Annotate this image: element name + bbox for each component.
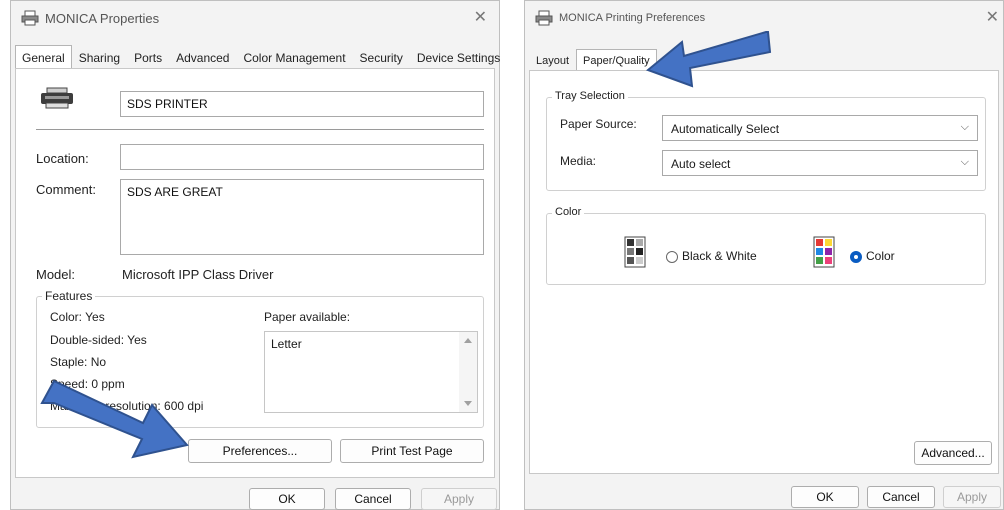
color-option[interactable]: Color <box>850 249 895 263</box>
scroll-up-icon[interactable] <box>464 338 472 343</box>
ok-button[interactable]: OK <box>249 488 325 510</box>
paper-source-value: Automatically Select <box>671 122 780 136</box>
apply-button[interactable]: Apply <box>943 486 1001 508</box>
model-label: Model: <box>36 267 76 282</box>
print-test-page-button[interactable]: Print Test Page <box>340 439 484 463</box>
location-field[interactable] <box>120 144 484 170</box>
divider <box>36 129 484 130</box>
black-white-document-icon <box>624 236 646 268</box>
printer-device-icon <box>41 87 73 109</box>
media-value: Auto select <box>671 157 731 171</box>
title-bar: MONICA Properties ✕ <box>11 1 499 35</box>
apply-button[interactable]: Apply <box>421 488 497 510</box>
media-select[interactable]: Auto select ⌵ <box>662 150 978 176</box>
blue-arrow-annotation <box>646 31 772 88</box>
color-document-icon <box>813 236 835 268</box>
paper-listbox[interactable]: Letter <box>264 331 478 413</box>
feature-color: Color: Yes <box>50 310 105 324</box>
blue-arrow-annotation <box>40 379 189 459</box>
radio-black-white[interactable] <box>666 250 678 263</box>
feature-double-sided: Double-sided: Yes <box>50 333 147 347</box>
media-label: Media: <box>560 154 597 168</box>
tab-color-management[interactable]: Color Management <box>236 45 352 69</box>
radio-color[interactable] <box>850 250 862 263</box>
comment-label: Comment: <box>36 182 96 197</box>
location-label: Location: <box>36 151 89 166</box>
close-icon[interactable]: ✕ <box>986 10 999 26</box>
tab-advanced[interactable]: Advanced <box>169 45 236 69</box>
color-group <box>546 213 986 285</box>
paper-source-select[interactable]: Automatically Select ⌵ <box>662 115 978 141</box>
tab-strip: General Sharing Ports Advanced Color Man… <box>15 45 500 69</box>
tray-selection-label: Tray Selection <box>552 90 628 102</box>
tab-general[interactable]: General <box>15 45 72 69</box>
feature-staple: Staple: No <box>50 355 107 369</box>
chevron-down-icon: ⌵ <box>960 121 969 133</box>
model-value: Microsoft IPP Class Driver <box>122 267 274 282</box>
tab-layout[interactable]: Layout <box>529 49 576 71</box>
features-label: Features <box>42 289 96 303</box>
paper-quality-panel: Tray Selection Paper Source: Automatical… <box>529 70 999 474</box>
black-white-label: Black & White <box>682 249 757 263</box>
tab-device-settings[interactable]: Device Settings <box>410 45 507 69</box>
tab-ports[interactable]: Ports <box>127 45 169 69</box>
paper-source-label: Paper Source: <box>560 117 637 131</box>
paper-available-label: Paper available: <box>264 310 351 324</box>
black-white-option[interactable]: Black & White <box>666 249 757 263</box>
printer-icon <box>21 10 39 26</box>
window-title: MONICA Properties <box>45 10 160 26</box>
tray-selection-group <box>546 97 986 191</box>
tab-sharing[interactable]: Sharing <box>72 45 127 69</box>
printer-icon <box>535 10 553 26</box>
scroll-down-icon[interactable] <box>464 401 472 406</box>
preferences-button[interactable]: Preferences... <box>188 439 332 463</box>
chevron-down-icon: ⌵ <box>960 156 969 168</box>
color-option-label: Color <box>866 249 895 263</box>
tab-security[interactable]: Security <box>353 45 410 69</box>
scrollbar[interactable] <box>459 332 477 412</box>
cancel-button[interactable]: Cancel <box>335 488 411 510</box>
comment-field[interactable]: SDS ARE GREAT <box>120 179 484 255</box>
cancel-button[interactable]: Cancel <box>867 486 935 508</box>
close-icon[interactable]: ✕ <box>474 10 487 26</box>
advanced-button[interactable]: Advanced... <box>914 441 992 465</box>
color-label: Color <box>552 206 585 218</box>
ok-button[interactable]: OK <box>791 486 859 508</box>
list-item[interactable]: Letter <box>271 337 302 351</box>
window-title: MONICA Printing Preferences <box>559 12 706 24</box>
printer-name-field[interactable]: SDS PRINTER <box>120 91 484 117</box>
